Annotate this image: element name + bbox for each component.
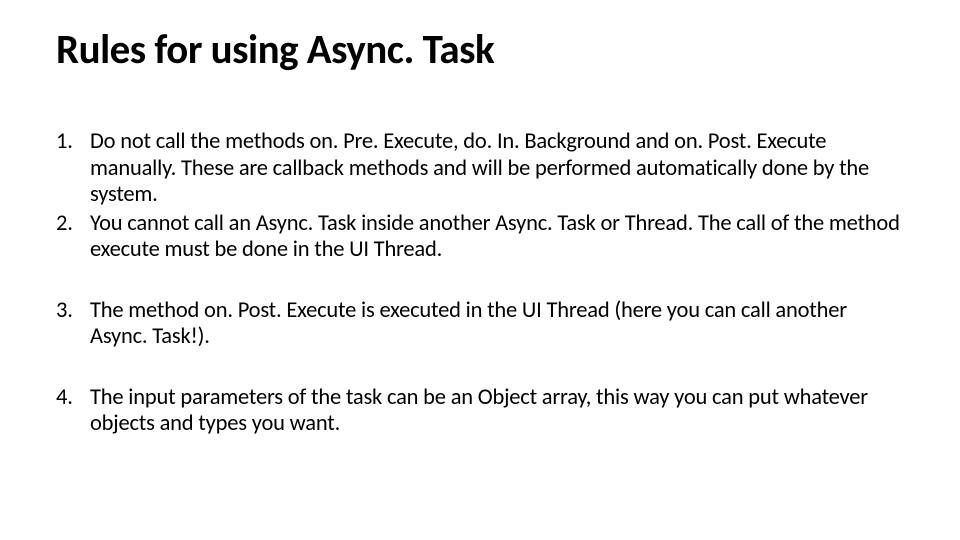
list-item: Do not call the methods on. Pre. Execute…	[56, 129, 904, 209]
list-item: The input parameters of the task can be …	[56, 385, 904, 438]
slide: Rules for using Async. Task Do not call …	[0, 0, 960, 540]
slide-title: Rules for using Async. Task	[56, 28, 904, 73]
rules-list: Do not call the methods on. Pre. Execute…	[56, 129, 904, 438]
list-item: You cannot call an Async. Task inside an…	[56, 211, 904, 264]
list-item: The method on. Post. Execute is executed…	[56, 298, 904, 351]
